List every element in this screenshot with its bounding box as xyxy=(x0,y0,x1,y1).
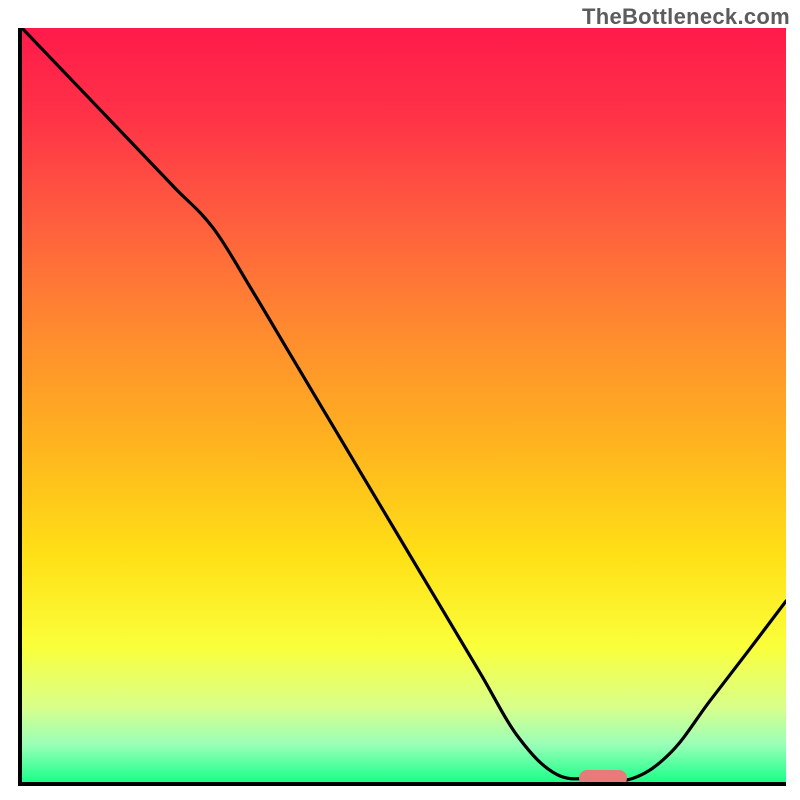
plot-area xyxy=(18,28,786,786)
target-marker xyxy=(579,770,627,786)
chart-container: TheBottleneck.com xyxy=(0,0,800,800)
data-curve xyxy=(22,28,786,782)
watermark-text: TheBottleneck.com xyxy=(582,4,790,30)
